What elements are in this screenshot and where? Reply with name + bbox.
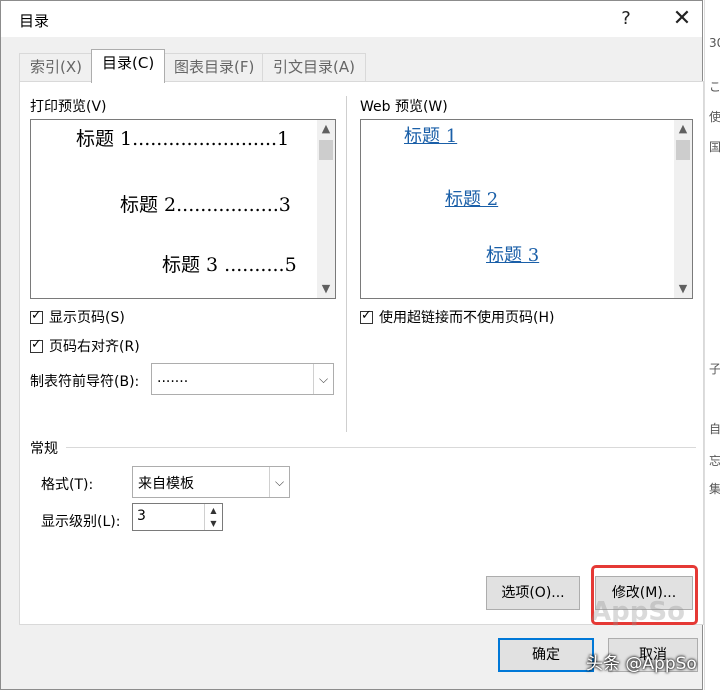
scroll-down-icon[interactable]: ▼ xyxy=(317,280,335,298)
tab-leader-dropdown[interactable]: ....... ⌵ xyxy=(151,363,334,395)
print-preview-line: 标题 3 ..........5 xyxy=(162,254,297,276)
show-page-numbers-checkbox[interactable]: 显示页码(S) xyxy=(30,307,125,327)
source-caption: 头条 @AppSo xyxy=(586,654,697,674)
dropdown-value: 来自模板 xyxy=(138,476,194,492)
print-preview-box[interactable]: 标题 1........................1 标题 2......… xyxy=(30,119,336,299)
background-text: 子 xyxy=(709,362,720,376)
background-text: 30 xyxy=(709,36,720,50)
chevron-down-icon[interactable]: ⌵ xyxy=(313,364,333,394)
tab-table-of-authorities[interactable]: 引文目录(A) xyxy=(262,53,366,82)
scroll-up-icon[interactable]: ▲ xyxy=(317,120,335,138)
web-preview-scrollbar[interactable]: ▲ ▼ xyxy=(674,120,692,298)
background-text: 自 xyxy=(709,422,720,436)
spinner-buttons: ▲ ▼ xyxy=(204,504,222,530)
ok-button[interactable]: 确定 xyxy=(498,638,594,672)
dropdown-value: ....... xyxy=(157,370,189,386)
right-align-checkbox[interactable]: 页码右对齐(R) xyxy=(30,336,140,356)
web-preview-link[interactable]: 标题 1 xyxy=(404,122,457,148)
background-document-edge: 30 こ 使 国 子 自 忘 集 xyxy=(704,0,720,690)
tab-table-of-figures[interactable]: 图表目录(F) xyxy=(163,53,266,82)
web-preview-box[interactable]: 标题 1 标题 2 标题 3 ▲ ▼ xyxy=(360,119,693,299)
checkbox-label: 显示页码(S) xyxy=(49,310,125,326)
column-divider xyxy=(346,96,347,432)
tab-panel: 打印预览(V) 标题 1........................1 标题… xyxy=(19,81,704,625)
print-preview-scrollbar[interactable]: ▲ ▼ xyxy=(317,120,335,298)
checkbox-checked-icon xyxy=(30,308,43,324)
scroll-up-icon[interactable]: ▲ xyxy=(674,120,692,138)
scroll-thumb[interactable] xyxy=(319,140,333,160)
title-bar: 目录 ? ✕ xyxy=(1,1,702,37)
spin-down-icon[interactable]: ▼ xyxy=(205,517,222,530)
print-preview-line: 标题 2.................3 xyxy=(120,194,291,216)
toc-dialog: 目录 ? ✕ 索引(X) 目录(C) 图表目录(F) 引文目录(A) 打印预览(… xyxy=(0,0,704,690)
options-button[interactable]: 选项(O)... xyxy=(486,576,580,610)
tab-index[interactable]: 索引(X) xyxy=(19,53,93,82)
print-preview-line: 标题 1........................1 xyxy=(76,128,290,150)
close-button[interactable]: ✕ xyxy=(659,1,705,37)
levels-label: 显示级别(L): xyxy=(41,514,121,530)
background-text: 集 xyxy=(709,482,720,496)
checkbox-checked-icon xyxy=(360,308,373,324)
background-text: 使 xyxy=(709,110,720,124)
spinner-value[interactable]: 3 xyxy=(137,508,146,524)
checkbox-label: 使用超链接而不使用页码(H) xyxy=(379,310,555,326)
web-preview-link[interactable]: 标题 3 xyxy=(486,241,539,267)
help-button[interactable]: ? xyxy=(603,1,649,37)
checkbox-label: 页码右对齐(R) xyxy=(49,339,140,355)
levels-spinner[interactable]: 3 ▲ ▼ xyxy=(132,503,223,531)
background-text: 国 xyxy=(709,140,720,154)
background-text: こ xyxy=(709,80,720,94)
web-preview-label: Web 预览(W) xyxy=(360,99,448,115)
spin-up-icon[interactable]: ▲ xyxy=(205,504,222,517)
print-preview-label: 打印预览(V) xyxy=(30,99,107,115)
checkbox-checked-icon xyxy=(30,337,43,353)
web-preview-link[interactable]: 标题 2 xyxy=(445,185,498,211)
general-group-title: 常规 xyxy=(30,441,58,457)
scroll-thumb[interactable] xyxy=(676,140,690,160)
chevron-down-icon[interactable]: ⌵ xyxy=(269,467,289,497)
group-divider xyxy=(66,447,696,448)
dialog-title: 目录 xyxy=(19,12,50,30)
background-text: 忘 xyxy=(709,454,720,468)
tab-toc[interactable]: 目录(C) xyxy=(91,49,166,83)
scroll-down-icon[interactable]: ▼ xyxy=(674,280,692,298)
watermark: AppSo xyxy=(591,597,685,627)
format-label: 格式(T): xyxy=(41,477,94,493)
use-hyperlinks-checkbox[interactable]: 使用超链接而不使用页码(H) xyxy=(360,307,554,327)
format-dropdown[interactable]: 来自模板 ⌵ xyxy=(132,466,290,498)
tab-leader-label: 制表符前导符(B): xyxy=(30,374,140,390)
